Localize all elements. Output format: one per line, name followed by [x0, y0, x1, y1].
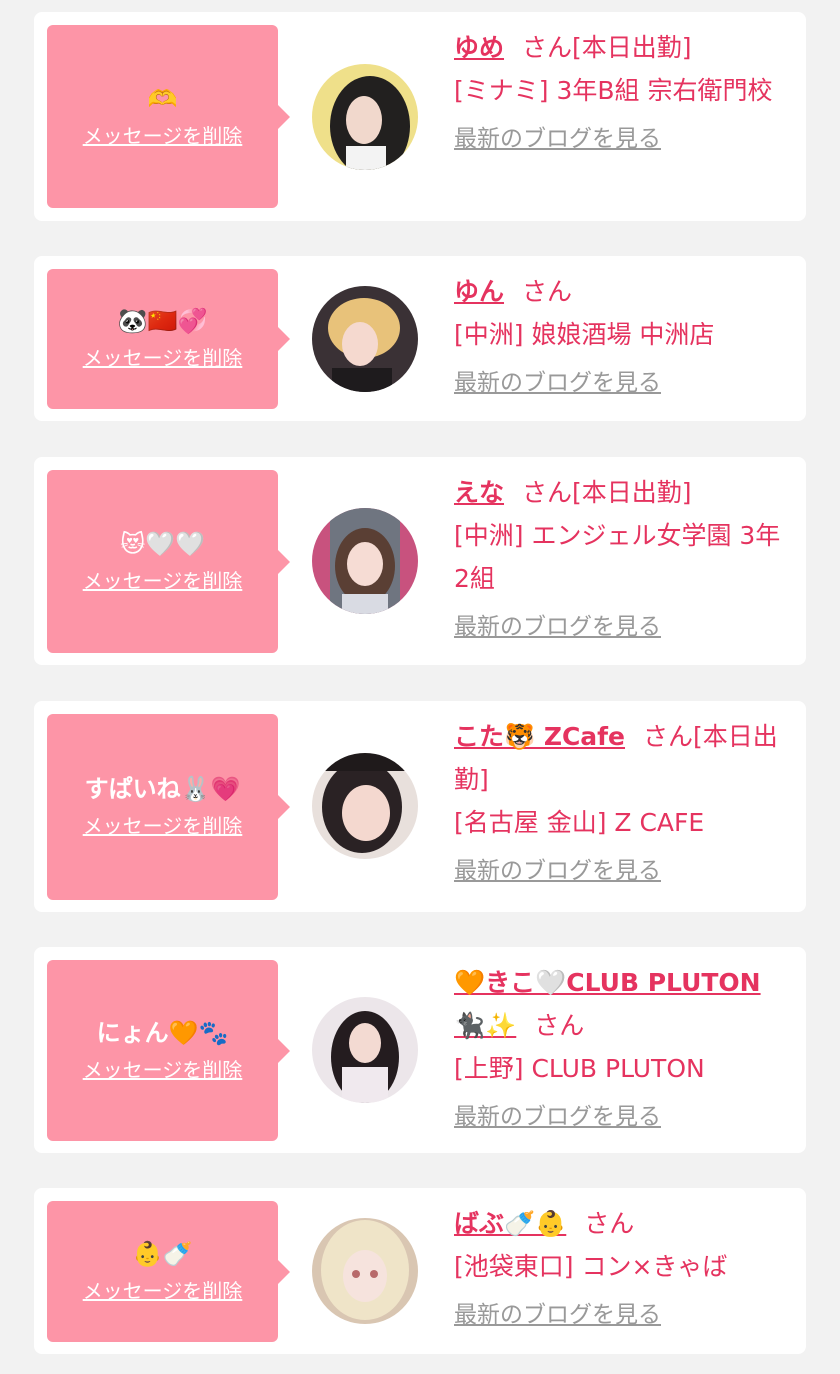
latest-blog-link[interactable]: 最新のブログを見る [454, 1096, 661, 1139]
avatar[interactable] [312, 286, 418, 392]
avatar[interactable] [312, 508, 418, 614]
message-bubble: 😻🤍🤍 メッセージを削除 [47, 470, 290, 653]
status-label: [本日出勤] [572, 478, 692, 507]
delete-message-link[interactable]: メッセージを削除 [83, 567, 243, 595]
status-label: [本日出勤] [572, 33, 692, 62]
avatar[interactable] [312, 753, 418, 859]
latest-blog-link[interactable]: 最新のブログを見る [454, 606, 661, 649]
message-card: 👶🍼 メッセージを削除 ばぶ🍼👶 さん [池袋東口] コン×きゃば 最新のブログを… [34, 1188, 806, 1354]
cast-info: ばぶ🍼👶 さん [池袋東口] コン×きゃば 最新のブログを見る [454, 1202, 784, 1337]
message-card: 😻🤍🤍 メッセージを削除 えな さん[本日出勤] [中洲] エンジェル女学園 3年… [34, 457, 806, 665]
delete-message-link[interactable]: メッセージを削除 [83, 1277, 243, 1305]
message-text: 🐼🇨🇳💞 [117, 307, 208, 335]
message-card: にょん🧡🐾 メッセージを削除 🧡きこ🤍CLUB PLUTON 🐈‍⬛✨ さん [上… [34, 947, 806, 1153]
avatar[interactable] [312, 1218, 418, 1324]
san-label: さん [522, 277, 573, 306]
avatar[interactable] [312, 64, 418, 170]
message-card: 🫶 メッセージを削除 ゆめ さん[本日出勤] [ミナミ] 3年B組 宗右衛門校 最… [34, 12, 806, 221]
san-label: さん [522, 478, 573, 507]
message-bubble: すぱいね🐰💗 メッセージを削除 [47, 714, 290, 900]
cast-info: 🧡きこ🤍CLUB PLUTON 🐈‍⬛✨ さん [上野] CLUB PLUTON … [454, 961, 784, 1139]
message-bubble: 🐼🇨🇳💞 メッセージを削除 [47, 269, 290, 409]
cast-info: ゆん さん [中洲] 娘娘酒場 中洲店 最新のブログを見る [454, 270, 784, 405]
shop-name: [池袋東口] コン×きゃば [454, 1252, 728, 1281]
shop-name: [名古屋 金山] Z CAFE [454, 808, 705, 837]
shop-name: [中洲] エンジェル女学園 3年2組 [454, 521, 781, 593]
avatar[interactable] [312, 997, 418, 1103]
message-bubble: 🫶 メッセージを削除 [47, 25, 290, 208]
cast-name-link[interactable]: 🧡きこ🤍CLUB PLUTON 🐈‍⬛✨ [454, 968, 761, 1040]
san-label: さん [534, 1011, 585, 1040]
cast-info: こた🐯 ZCafe さん[本日出勤] [名古屋 金山] Z CAFE 最新のブログ… [454, 715, 784, 893]
shop-name: [上野] CLUB PLUTON [454, 1054, 705, 1083]
cast-name-link[interactable]: こた🐯 ZCafe [454, 722, 625, 751]
message-card: すぱいね🐰💗 メッセージを削除 こた🐯 ZCafe さん[本日出勤] [名古屋 金… [34, 701, 806, 912]
message-text: 😻🤍🤍 [120, 529, 205, 558]
delete-message-link[interactable]: メッセージを削除 [83, 1056, 243, 1084]
delete-message-link[interactable]: メッセージを削除 [83, 812, 243, 840]
latest-blog-link[interactable]: 最新のブログを見る [454, 1294, 661, 1337]
delete-message-link[interactable]: メッセージを削除 [83, 344, 243, 372]
latest-blog-link[interactable]: 最新のブログを見る [454, 362, 661, 405]
message-bubble: にょん🧡🐾 メッセージを削除 [47, 960, 290, 1141]
message-bubble: 👶🍼 メッセージを削除 [47, 1201, 290, 1342]
latest-blog-link[interactable]: 最新のブログを見る [454, 850, 661, 893]
message-list: 🫶 メッセージを削除 ゆめ さん[本日出勤] [ミナミ] 3年B組 宗右衛門校 最… [0, 0, 840, 1374]
message-card: 🐼🇨🇳💞 メッセージを削除 ゆん さん [中洲] 娘娘酒場 中洲店 最新のブログを… [34, 256, 806, 421]
cast-info: えな さん[本日出勤] [中洲] エンジェル女学園 3年2組 最新のブログを見る [454, 471, 784, 649]
cast-name-link[interactable]: ゆめ [454, 33, 504, 62]
message-text: 🫶 [147, 84, 178, 113]
san-label: さん [522, 33, 573, 62]
shop-name: [ミナミ] 3年B組 宗右衛門校 [454, 76, 773, 105]
message-text: すぱいね🐰💗 [84, 775, 241, 803]
delete-message-link[interactable]: メッセージを削除 [83, 122, 243, 150]
cast-name-link[interactable]: ばぶ🍼👶 [454, 1209, 566, 1238]
message-text: 👶🍼 [132, 1239, 193, 1268]
shop-name: [中洲] 娘娘酒場 中洲店 [454, 320, 715, 349]
cast-name-link[interactable]: えな [454, 478, 504, 507]
cast-name-link[interactable]: ゆん [454, 277, 504, 306]
cast-info: ゆめ さん[本日出勤] [ミナミ] 3年B組 宗右衛門校 最新のブログを見る [454, 26, 784, 161]
san-label: さん [584, 1209, 635, 1238]
message-text: にょん🧡🐾 [96, 1018, 229, 1047]
san-label: さん [643, 722, 694, 751]
latest-blog-link[interactable]: 最新のブログを見る [454, 118, 661, 161]
